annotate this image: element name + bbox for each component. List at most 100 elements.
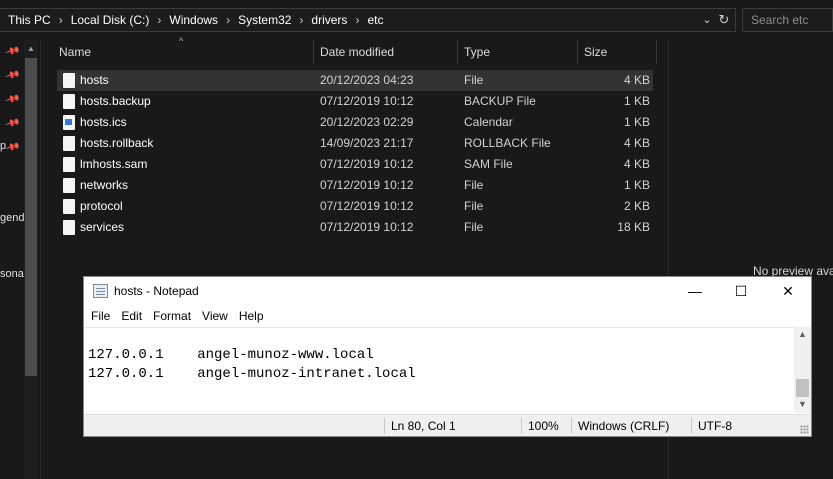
chevron-right-icon[interactable]: › xyxy=(59,13,63,27)
close-button[interactable]: ✕ xyxy=(765,277,811,305)
breadcrumb-system32[interactable]: System32 xyxy=(238,13,291,27)
file-date: 14/09/2023 21:17 xyxy=(320,136,414,150)
file-type: File xyxy=(464,178,484,192)
chevron-down-icon[interactable]: ⌄ xyxy=(700,12,714,28)
refresh-icon[interactable]: ↻ xyxy=(716,12,732,28)
nav-item-fragment[interactable]: gend xyxy=(0,212,24,224)
file-name: networks xyxy=(80,178,129,192)
file-date: 20/12/2023 02:29 xyxy=(320,115,414,129)
text-line: 127.0.0.1 angel-munoz-www.local xyxy=(88,347,374,363)
file-date: 20/12/2023 04:23 xyxy=(320,73,414,87)
file-date: 07/12/2019 10:12 xyxy=(320,178,414,192)
nav-item-fragment[interactable]: p xyxy=(0,140,6,152)
file-row[interactable]: hosts 20/12/2023 04:23 File 4 KB xyxy=(57,70,653,91)
menu-view[interactable]: View xyxy=(202,309,228,323)
menu-format[interactable]: Format xyxy=(153,309,191,323)
search-placeholder: Search etc xyxy=(751,13,809,27)
file-icon xyxy=(63,199,75,214)
file-type: ROLLBACK File xyxy=(464,136,551,150)
status-divider xyxy=(384,418,385,434)
file-icon xyxy=(63,178,75,193)
breadcrumb-etc[interactable]: etc xyxy=(367,13,383,27)
file-name: hosts xyxy=(80,73,109,87)
notepad-icon xyxy=(93,284,108,298)
chevron-right-icon[interactable]: › xyxy=(226,13,230,27)
nav-scrollbar-thumb[interactable] xyxy=(25,58,37,376)
file-name: protocol xyxy=(80,199,123,213)
address-bar[interactable]: This PC › Local Disk (C:) › Windows › Sy… xyxy=(0,8,736,32)
vertical-scrollbar[interactable]: ▲ ▼ xyxy=(794,327,811,413)
address-bar-row: This PC › Local Disk (C:) › Windows › Sy… xyxy=(0,0,833,40)
file-size: 1 KB xyxy=(623,94,650,108)
search-input[interactable]: Search etc xyxy=(742,8,833,32)
file-row[interactable]: hosts.ics 20/12/2023 02:29 Calendar 1 KB xyxy=(57,112,653,133)
file-row[interactable]: services 07/12/2019 10:12 File 18 KB xyxy=(57,217,653,238)
text-line: 127.0.0.1 angel-munoz-intranet.local xyxy=(88,366,416,382)
status-divider xyxy=(691,418,692,434)
menu-edit[interactable]: Edit xyxy=(121,309,142,323)
breadcrumb-windows[interactable]: Windows xyxy=(169,13,218,27)
chevron-right-icon[interactable]: › xyxy=(157,13,161,27)
file-type: Calendar xyxy=(464,115,513,129)
file-date: 07/12/2019 10:12 xyxy=(320,220,414,234)
scrollbar-thumb[interactable] xyxy=(796,379,809,397)
scroll-up-arrow-icon[interactable]: ▲ xyxy=(794,329,811,339)
file-icon xyxy=(63,94,75,109)
file-row[interactable]: hosts.backup 07/12/2019 10:12 BACKUP Fil… xyxy=(57,91,653,112)
column-divider[interactable] xyxy=(577,40,578,64)
file-row[interactable]: networks 07/12/2019 10:12 File 1 KB xyxy=(57,175,653,196)
file-icon xyxy=(63,157,75,172)
menu-help[interactable]: Help xyxy=(239,309,264,323)
file-row[interactable]: lmhosts.sam 07/12/2019 10:12 SAM File 4 … xyxy=(57,154,653,175)
file-icon xyxy=(63,73,75,88)
resize-grip-icon[interactable] xyxy=(800,425,809,434)
column-divider[interactable] xyxy=(313,40,314,64)
breadcrumb-drivers[interactable]: drivers xyxy=(311,13,347,27)
file-size: 4 KB xyxy=(623,157,650,171)
chevron-right-icon[interactable]: › xyxy=(355,13,359,27)
pin-icon: 📌 xyxy=(4,91,21,108)
file-size: 4 KB xyxy=(623,73,650,87)
cursor-position: Ln 80, Col 1 xyxy=(391,419,456,433)
scroll-up-arrow-icon[interactable]: ▲ xyxy=(24,44,38,56)
column-header-size[interactable]: Size xyxy=(584,40,607,64)
line-ending: Windows (CRLF) xyxy=(578,419,670,433)
column-header-name[interactable]: Name xyxy=(59,40,91,64)
nav-item-fragment[interactable]: sona xyxy=(0,268,24,280)
file-name: hosts.backup xyxy=(80,94,151,108)
encoding: UTF-8 xyxy=(698,419,732,433)
status-divider xyxy=(571,418,572,434)
column-header-date[interactable]: Date modified xyxy=(320,40,394,64)
menu-bar: File Edit Format View Help xyxy=(84,305,811,327)
file-type: File xyxy=(464,220,484,234)
file-name: lmhosts.sam xyxy=(80,157,148,171)
file-row[interactable]: hosts.rollback 14/09/2023 21:17 ROLLBACK… xyxy=(57,133,653,154)
navigation-pane: 📌 📌 📌 📌 📌 p gend sona ▲ xyxy=(0,40,40,479)
breadcrumb-local-disk[interactable]: Local Disk (C:) xyxy=(71,13,150,27)
minimize-button[interactable]: — xyxy=(672,277,718,305)
scroll-down-arrow-icon[interactable]: ▼ xyxy=(794,399,811,409)
file-size: 1 KB xyxy=(623,115,650,129)
file-size: 18 KB xyxy=(617,220,650,234)
file-type: File xyxy=(464,199,484,213)
file-type: File xyxy=(464,73,484,87)
notepad-window: hosts - Notepad — ☐ ✕ File Edit Format V… xyxy=(83,276,812,437)
file-date: 07/12/2019 10:12 xyxy=(320,199,414,213)
pin-icon: 📌 xyxy=(4,43,21,60)
file-row[interactable]: protocol 07/12/2019 10:12 File 2 KB xyxy=(57,196,653,217)
column-divider[interactable] xyxy=(457,40,458,64)
notepad-title-bar[interactable]: hosts - Notepad — ☐ ✕ xyxy=(84,277,811,305)
status-bar: Ln 80, Col 1 100% Windows (CRLF) UTF-8 xyxy=(84,414,811,436)
file-name: services xyxy=(80,220,125,234)
breadcrumb-this-pc[interactable]: This PC xyxy=(8,13,51,27)
column-header-type[interactable]: Type xyxy=(464,40,490,64)
sort-ascending-icon: ^ xyxy=(179,36,184,46)
menu-file[interactable]: File xyxy=(91,309,110,323)
file-type: BACKUP File xyxy=(464,94,536,108)
file-icon xyxy=(63,136,75,151)
window-title: hosts - Notepad xyxy=(114,284,199,298)
maximize-button[interactable]: ☐ xyxy=(718,277,764,305)
text-editor[interactable]: 127.0.0.1 angel-munoz-www.local 127.0.0.… xyxy=(84,327,794,413)
column-divider[interactable] xyxy=(656,40,657,64)
chevron-right-icon[interactable]: › xyxy=(299,13,303,27)
